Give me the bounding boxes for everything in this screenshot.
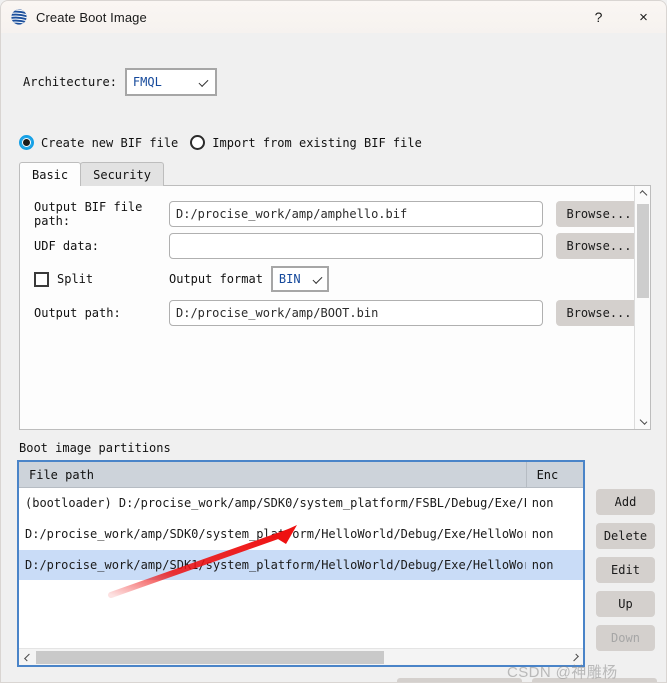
table-row[interactable]: D:/procise_work/amp/SDK0/system_platform… [19, 519, 583, 550]
down-button: Down [596, 625, 655, 651]
up-button[interactable]: Up [596, 591, 655, 617]
watermark: CSDN @神雕杨 [507, 664, 618, 681]
udf-data-browse-button[interactable]: Browse... [556, 233, 642, 259]
table-row[interactable]: (bootloader) D:/procise_work/amp/SDK0/sy… [19, 488, 583, 519]
tab-basic[interactable]: Basic [19, 162, 82, 186]
delete-button[interactable]: Delete [596, 523, 655, 549]
close-icon[interactable]: × [621, 1, 666, 33]
output-path-label: Output path: [34, 306, 121, 320]
chevron-down-icon [198, 77, 209, 87]
create-boot-image-dialog: Create Boot Image ? × Architecture: FMQL… [0, 0, 667, 683]
table-horizontal-scrollbar[interactable] [19, 648, 583, 665]
cell-encryption: non [531, 527, 554, 541]
create-image-button[interactable]: Create Image [397, 678, 522, 682]
bif-path-row: Output BIF file path: D:/procise_work/am… [34, 200, 642, 228]
scroll-down-icon[interactable] [635, 413, 651, 429]
title-bar-controls: ? × [576, 1, 666, 33]
cell-file-path: D:/procise_work/amp/SDK1/system_platform… [25, 558, 526, 572]
partitions-section-label: Boot image partitions [19, 441, 171, 455]
bif-path-input[interactable]: D:/procise_work/amp/amphello.bif [169, 201, 543, 227]
output-format-label: Output format [169, 272, 263, 286]
cell-file-path: D:/procise_work/amp/SDK0/system_platform… [25, 527, 526, 541]
checkbox-unchecked-icon [34, 271, 49, 287]
bif-path-browse-button[interactable]: Browse... [556, 201, 642, 227]
udf-data-row: UDF data: Browse... [34, 233, 642, 259]
bif-source-radio-group: Create new BIF file Import from existing… [19, 135, 434, 150]
tab-panel-scrollbar[interactable] [634, 186, 650, 429]
scroll-up-icon[interactable] [635, 186, 651, 202]
split-label: Split [57, 272, 94, 286]
cell-encryption: non [531, 558, 554, 572]
output-path-row: Output path: D:/procise_work/amp/BOOT.bi… [34, 300, 642, 326]
output-format-value: BIN [278, 272, 301, 286]
dialog-body: Architecture: FMQL Create new BIF file I… [1, 33, 666, 682]
edit-button[interactable]: Edit [596, 557, 655, 583]
scrollbar-thumb[interactable] [36, 650, 384, 664]
table-header-row: File path Enc [19, 462, 583, 488]
radio-import-existing-bif[interactable]: Import from existing BIF file [190, 135, 422, 150]
scrollbar-track[interactable] [36, 650, 566, 664]
radio-create-new-bif[interactable]: Create new BIF file [19, 135, 178, 150]
scroll-left-icon[interactable] [19, 649, 36, 666]
tab-bar: Basic Security [19, 162, 164, 186]
architecture-select[interactable]: FMQL [124, 68, 217, 96]
output-path-browse-button[interactable]: Browse... [556, 300, 642, 326]
partitions-table[interactable]: File path Enc (bootloader) D:/procise_wo… [17, 460, 585, 667]
column-header-file-path[interactable]: File path [19, 462, 526, 487]
chevron-down-icon [312, 274, 323, 284]
radio-unselected-icon [190, 135, 206, 150]
split-format-row: Split Output format BIN [34, 266, 329, 292]
title-bar: Create Boot Image ? × [1, 1, 666, 33]
split-checkbox[interactable]: Split [34, 271, 169, 287]
output-format-select[interactable]: BIN [270, 266, 329, 292]
radio-create-new-bif-label: Create new BIF file [41, 135, 179, 150]
udf-data-input[interactable] [169, 233, 543, 259]
tab-security[interactable]: Security [80, 162, 164, 186]
radio-selected-icon [19, 135, 34, 150]
column-header-encryption[interactable]: Enc [525, 462, 583, 487]
bif-path-label: Output BIF file path: [34, 200, 143, 228]
globe-icon [10, 8, 28, 26]
window-title: Create Boot Image [36, 9, 147, 25]
architecture-label: Architecture: [23, 75, 117, 89]
help-button[interactable]: ? [576, 1, 621, 33]
basic-tab-panel: Output BIF file path: D:/procise_work/am… [19, 185, 651, 430]
cell-encryption: non [531, 496, 554, 510]
radio-import-existing-bif-label: Import from existing BIF file [212, 135, 422, 150]
udf-data-label: UDF data: [34, 239, 100, 253]
architecture-row: Architecture: FMQL [23, 68, 217, 96]
partition-actions: Add Delete Edit Up Down [596, 489, 655, 659]
table-row[interactable]: D:/procise_work/amp/SDK1/system_platform… [19, 550, 583, 581]
cell-file-path: (bootloader) D:/procise_work/amp/SDK0/sy… [25, 496, 526, 510]
scrollbar-thumb[interactable] [637, 204, 649, 298]
add-button[interactable]: Add [596, 489, 655, 515]
architecture-value: FMQL [132, 75, 162, 89]
output-path-input[interactable]: D:/procise_work/amp/BOOT.bin [169, 300, 543, 326]
